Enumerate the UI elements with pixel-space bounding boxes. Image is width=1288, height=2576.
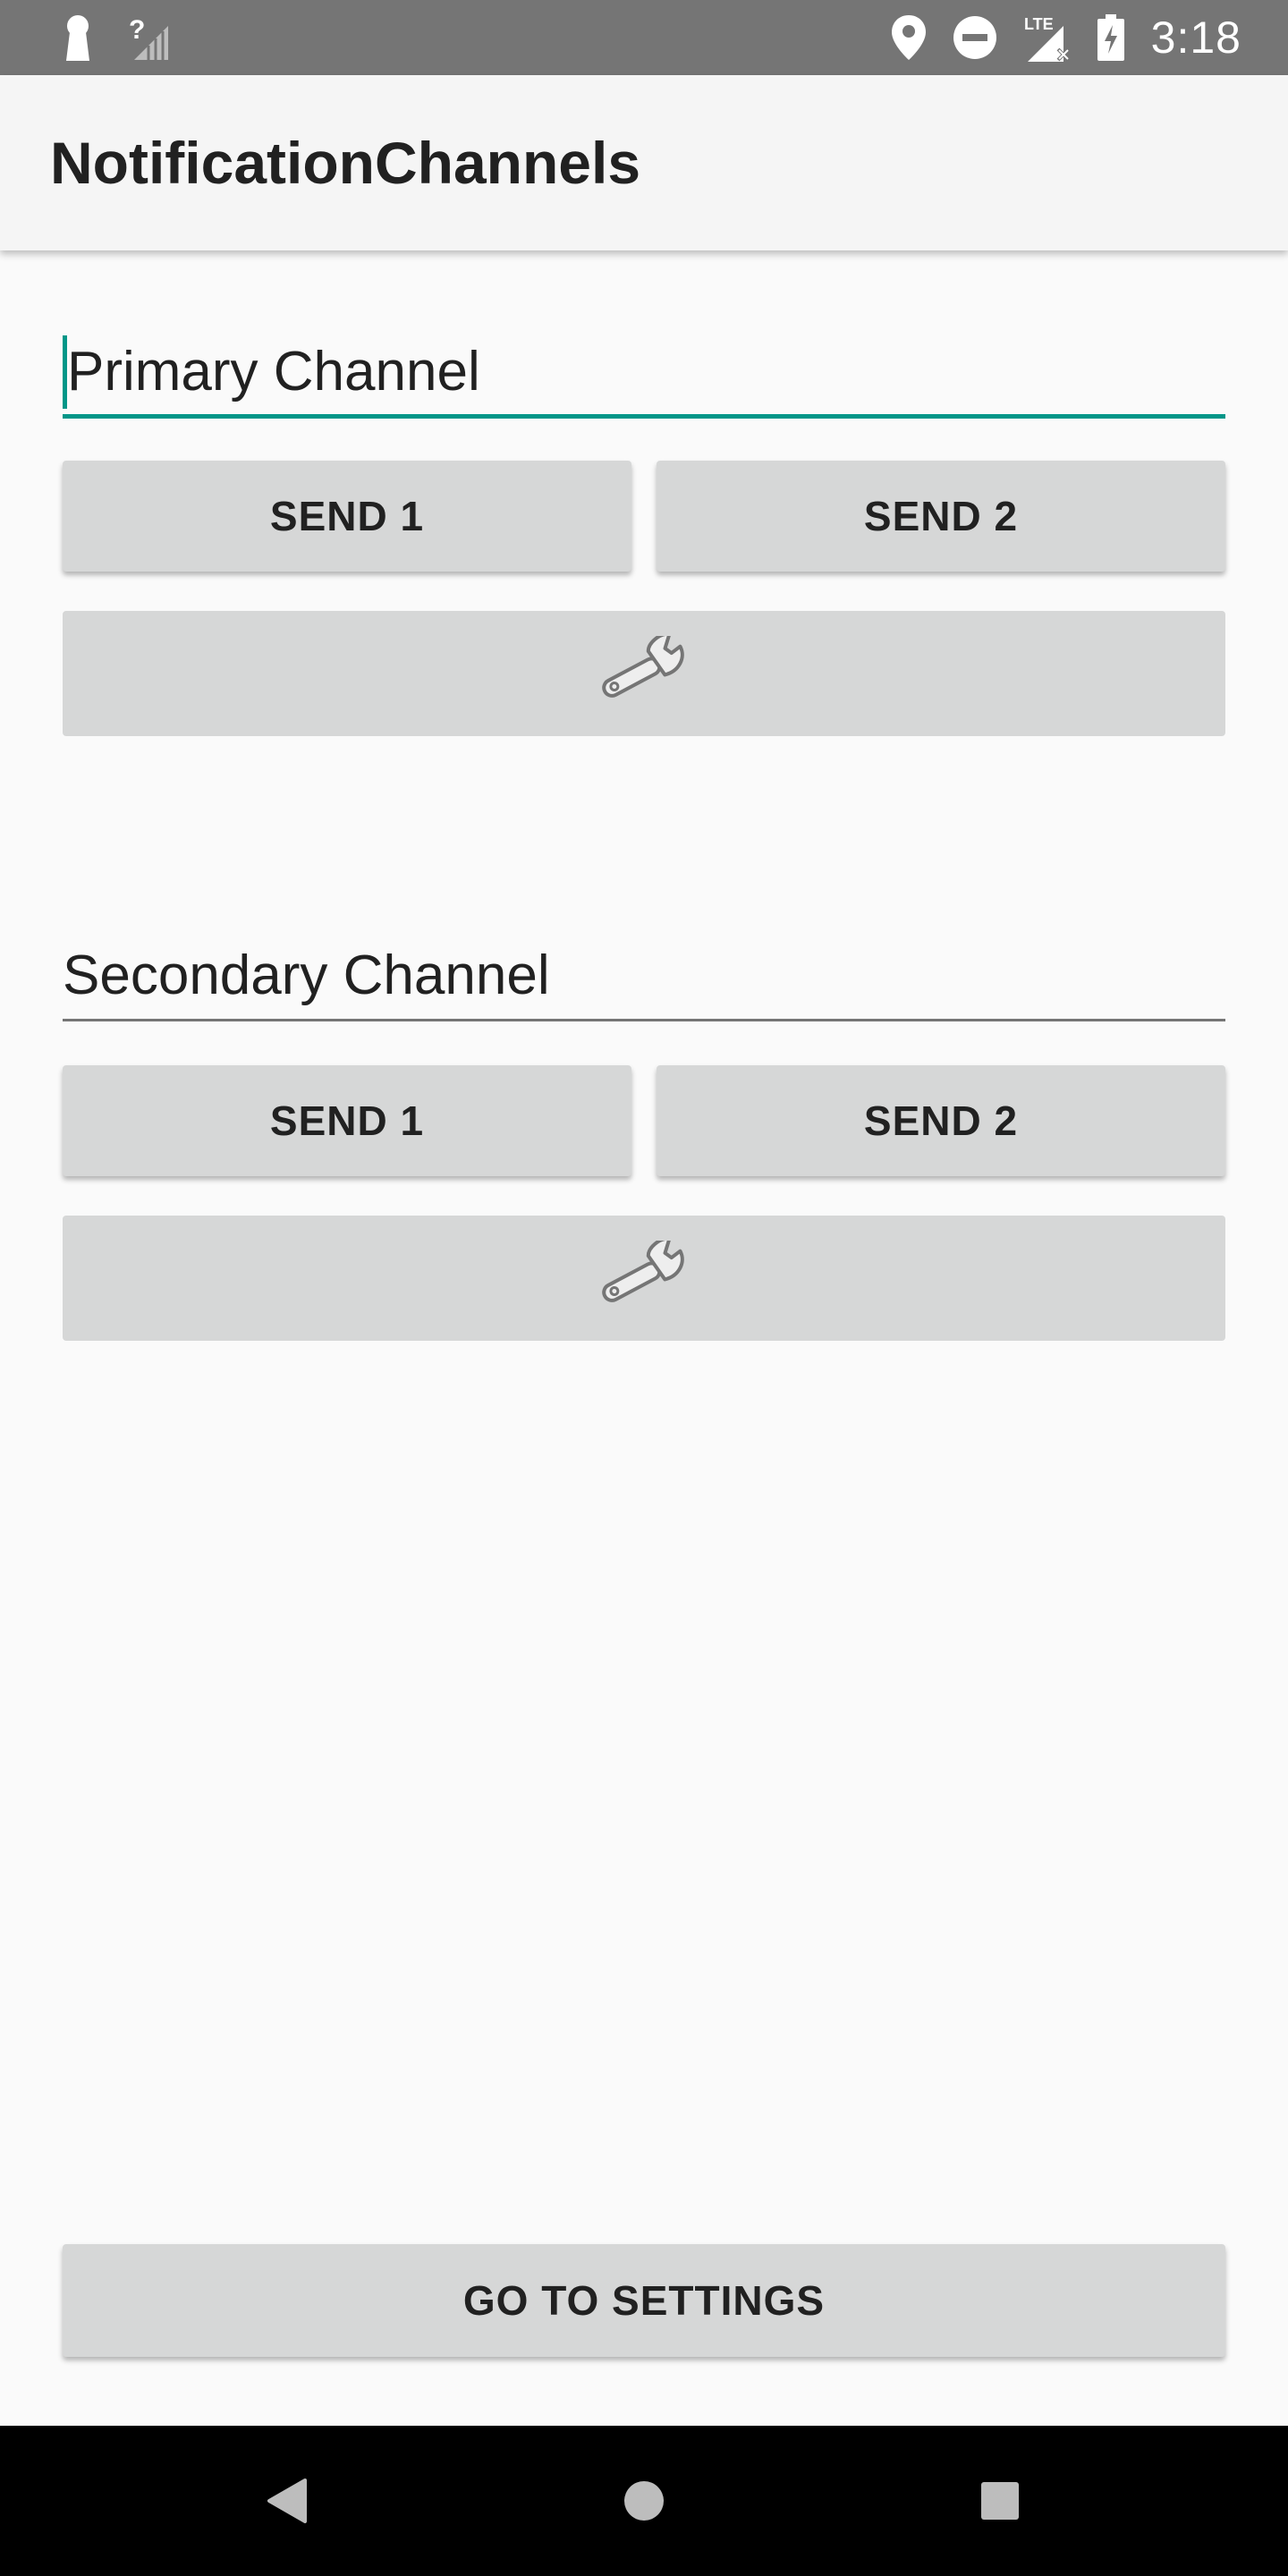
svg-text:LTE: LTE bbox=[1024, 15, 1054, 33]
location-icon bbox=[891, 15, 926, 60]
no-signal-icon: ? bbox=[129, 15, 170, 60]
battery-charging-icon bbox=[1097, 14, 1124, 61]
secondary-channel-input[interactable]: Secondary Channel bbox=[63, 932, 1225, 1021]
primary-channel-text: Primary Channel bbox=[67, 341, 480, 402]
secondary-send-2-button[interactable]: SEND 2 bbox=[657, 1065, 1225, 1176]
home-button[interactable] bbox=[590, 2426, 698, 2576]
recents-button[interactable] bbox=[946, 2426, 1054, 2576]
primary-send-1-button[interactable]: SEND 1 bbox=[63, 461, 631, 572]
status-time: 3:18 bbox=[1150, 13, 1241, 63]
secondary-send-1-button[interactable]: SEND 1 bbox=[63, 1065, 631, 1176]
recents-icon bbox=[980, 2481, 1020, 2521]
home-icon bbox=[623, 2479, 665, 2522]
app-bar: NotificationChannels bbox=[0, 75, 1288, 250]
secondary-channel-settings-button[interactable] bbox=[63, 1216, 1225, 1341]
primary-channel-settings-button[interactable] bbox=[63, 611, 1225, 736]
status-bar: ? LTE 3:18 bbox=[0, 0, 1288, 75]
back-icon bbox=[266, 2479, 307, 2523]
secondary-channel-text: Secondary Channel bbox=[63, 945, 550, 1006]
svg-text:?: ? bbox=[129, 15, 145, 45]
wrench-icon bbox=[595, 631, 693, 712]
wrench-icon bbox=[595, 1236, 693, 1317]
navigation-bar bbox=[0, 2426, 1288, 2576]
do-not-disturb-icon bbox=[953, 15, 997, 60]
app-title: NotificationChannels bbox=[50, 130, 641, 196]
primary-send-2-button[interactable]: SEND 2 bbox=[657, 461, 1225, 572]
go-to-settings-button[interactable]: GO TO SETTINGS bbox=[63, 2244, 1225, 2357]
back-button[interactable] bbox=[233, 2426, 340, 2576]
lte-no-signal-icon: LTE bbox=[1024, 13, 1071, 62]
keyhole-icon bbox=[63, 14, 93, 61]
primary-channel-input[interactable]: Primary Channel bbox=[63, 329, 1225, 419]
